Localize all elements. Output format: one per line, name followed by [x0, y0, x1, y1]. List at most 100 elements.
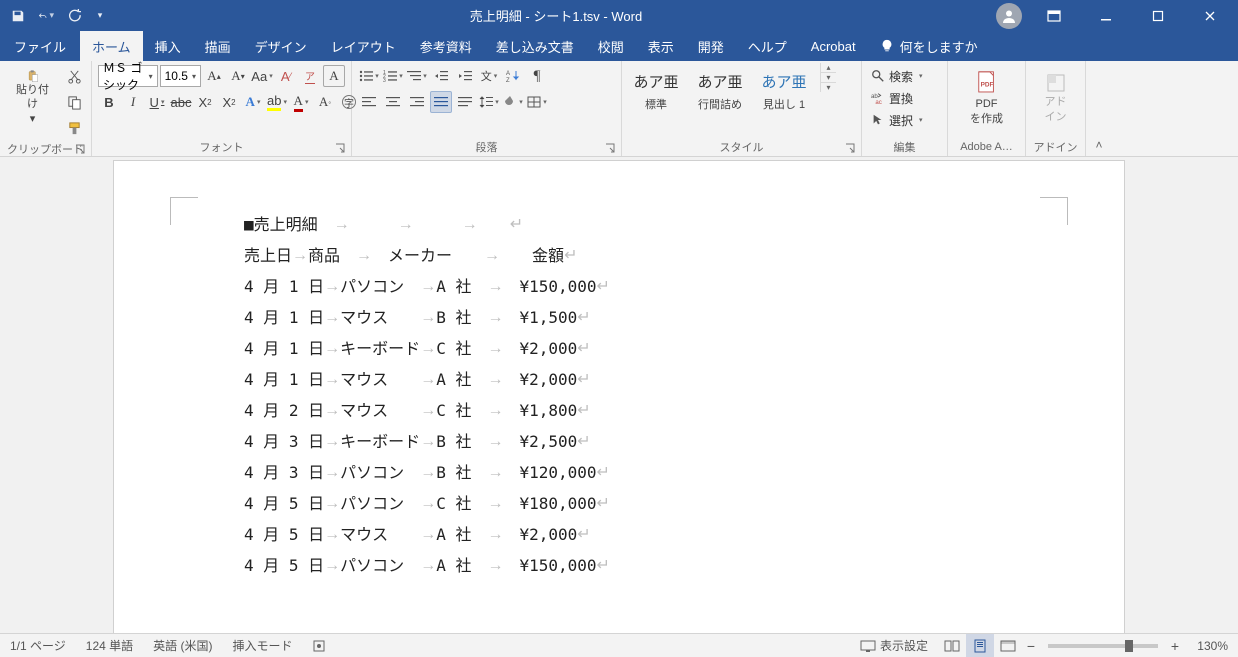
status-word-count[interactable]: 124 単語: [76, 634, 143, 657]
qat-customize-icon[interactable]: ▾: [94, 8, 106, 24]
text-direction-icon[interactable]: 文▾: [478, 65, 500, 87]
tab-references[interactable]: 参考資料: [408, 31, 484, 61]
find-button[interactable]: 検索▾: [866, 65, 928, 87]
create-pdf-button[interactable]: PDF PDF を作成: [961, 65, 1012, 131]
zoom-thumb[interactable]: [1125, 640, 1133, 652]
paste-button[interactable]: 貼り付け ▾: [6, 65, 59, 131]
show-marks-icon[interactable]: ¶: [526, 65, 548, 87]
group-addins: アド イン アドイン: [1026, 61, 1086, 156]
copy-icon[interactable]: [63, 91, 85, 113]
zoom-in-button[interactable]: +: [1166, 638, 1184, 654]
format-painter-icon[interactable]: [63, 117, 85, 139]
style-no-spacing[interactable]: あア亜行間詰め: [688, 63, 752, 119]
style-normal[interactable]: あア亜標準: [624, 63, 688, 119]
multilevel-list-icon[interactable]: ▾: [406, 65, 428, 87]
character-shading-icon[interactable]: A◦: [314, 91, 336, 113]
tab-review[interactable]: 校閲: [586, 31, 636, 61]
status-macro-icon[interactable]: [302, 634, 336, 657]
font-launcher-icon[interactable]: [335, 143, 347, 155]
styles-up-icon[interactable]: ▴: [821, 63, 836, 73]
tab-mailings[interactable]: 差し込み文書: [484, 31, 586, 61]
cut-icon[interactable]: [63, 65, 85, 87]
strikethrough-icon[interactable]: abc: [170, 91, 192, 113]
line-spacing-icon[interactable]: ▾: [478, 91, 500, 113]
select-button[interactable]: 選択▾: [866, 109, 928, 131]
tab-developer[interactable]: 開発: [686, 31, 736, 61]
replace-button[interactable]: abac置換: [866, 87, 918, 109]
align-left-icon[interactable]: [358, 91, 380, 113]
text-effects-icon[interactable]: A▾: [242, 91, 264, 113]
styles-down-icon[interactable]: ▾: [821, 73, 836, 83]
clipboard-launcher-icon[interactable]: [75, 144, 87, 156]
clear-formatting-icon[interactable]: A⁄: [275, 65, 297, 87]
clipboard-label: クリップボード: [7, 141, 84, 157]
tab-help[interactable]: ヘルプ: [736, 31, 799, 61]
style-heading1[interactable]: あア亜見出し 1: [752, 63, 816, 119]
sort-icon[interactable]: AZ: [502, 65, 524, 87]
tab-insert[interactable]: 挿入: [143, 31, 193, 61]
font-color-icon[interactable]: A▾: [290, 91, 312, 113]
zoom-level[interactable]: 130%: [1184, 634, 1238, 657]
tab-home[interactable]: ホーム: [80, 31, 143, 61]
increase-indent-icon[interactable]: [454, 65, 476, 87]
font-name-combo[interactable]: ＭＳ ゴシック▾: [98, 65, 158, 87]
align-center-icon[interactable]: [382, 91, 404, 113]
underline-button[interactable]: U▾: [146, 91, 168, 113]
view-web-layout-icon[interactable]: [994, 634, 1022, 657]
enclose-characters-icon[interactable]: A: [323, 65, 345, 87]
styles-more-icon[interactable]: ▾: [821, 83, 836, 92]
change-case-icon[interactable]: Aa▾: [251, 65, 273, 87]
status-display-settings[interactable]: 表示設定: [850, 634, 938, 657]
tab-layout[interactable]: レイアウト: [319, 31, 408, 61]
status-page[interactable]: 1/1 ページ: [0, 634, 76, 657]
borders-icon[interactable]: ▾: [526, 91, 548, 113]
document-area[interactable]: ■売上明細 → → → ↵売上日→商品 → メーカー → 金額↵4 月 1 日→…: [0, 157, 1238, 633]
addins-button[interactable]: アド イン: [1036, 65, 1076, 131]
superscript-icon[interactable]: X2: [218, 91, 240, 113]
font-size-combo[interactable]: 10.5▾: [160, 65, 201, 87]
paste-label: 貼り付け: [15, 84, 50, 110]
grow-font-icon[interactable]: A▴: [203, 65, 225, 87]
zoom-slider[interactable]: [1048, 644, 1158, 648]
group-clipboard: 貼り付け ▾ クリップボード: [0, 61, 92, 156]
addins-group-label: アドイン: [1034, 139, 1078, 155]
document-body[interactable]: ■売上明細 → → → ↵売上日→商品 → メーカー → 金額↵4 月 1 日→…: [244, 209, 1034, 581]
view-read-mode-icon[interactable]: [938, 634, 966, 657]
shrink-font-icon[interactable]: A▾: [227, 65, 249, 87]
tab-acrobat[interactable]: Acrobat: [799, 31, 868, 61]
tell-me-search[interactable]: 何をしますか: [868, 31, 990, 61]
italic-button[interactable]: I: [122, 91, 144, 113]
align-right-icon[interactable]: [406, 91, 428, 113]
bullets-icon[interactable]: ▾: [358, 65, 380, 87]
tab-view[interactable]: 表示: [636, 31, 686, 61]
tab-draw[interactable]: 描画: [193, 31, 243, 61]
undo-icon[interactable]: ▾: [38, 8, 54, 24]
minimize-button[interactable]: [1084, 0, 1128, 31]
group-font: ＭＳ ゴシック▾ 10.5▾ A▴ A▾ Aa▾ A⁄ ア A B I U▾ a…: [92, 61, 352, 156]
decrease-indent-icon[interactable]: [430, 65, 452, 87]
tab-design[interactable]: デザイン: [243, 31, 319, 61]
account-icon[interactable]: [996, 3, 1022, 29]
styles-launcher-icon[interactable]: [845, 143, 857, 155]
phonetic-guide-icon[interactable]: ア: [299, 65, 321, 87]
save-icon[interactable]: [10, 8, 26, 24]
maximize-button[interactable]: [1136, 0, 1180, 31]
highlight-color-icon[interactable]: ab▾: [266, 91, 288, 113]
paragraph-launcher-icon[interactable]: [605, 143, 617, 155]
zoom-out-button[interactable]: −: [1022, 638, 1040, 654]
align-justify-icon[interactable]: [430, 91, 452, 113]
status-insert-mode[interactable]: 挿入モード: [222, 634, 302, 657]
close-button[interactable]: [1188, 0, 1232, 31]
numbering-icon[interactable]: 123▾: [382, 65, 404, 87]
status-language[interactable]: 英語 (米国): [143, 634, 222, 657]
distributed-icon[interactable]: [454, 91, 476, 113]
subscript-icon[interactable]: X2: [194, 91, 216, 113]
bold-button[interactable]: B: [98, 91, 120, 113]
redo-icon[interactable]: [66, 8, 82, 24]
collapse-ribbon-icon[interactable]: ˄: [1086, 61, 1112, 156]
svg-text:A: A: [506, 71, 510, 77]
ribbon-display-options[interactable]: [1032, 0, 1076, 31]
view-print-layout-icon[interactable]: [966, 634, 994, 657]
shading-icon[interactable]: ▾: [502, 91, 524, 113]
tab-file[interactable]: ファイル: [0, 31, 80, 61]
